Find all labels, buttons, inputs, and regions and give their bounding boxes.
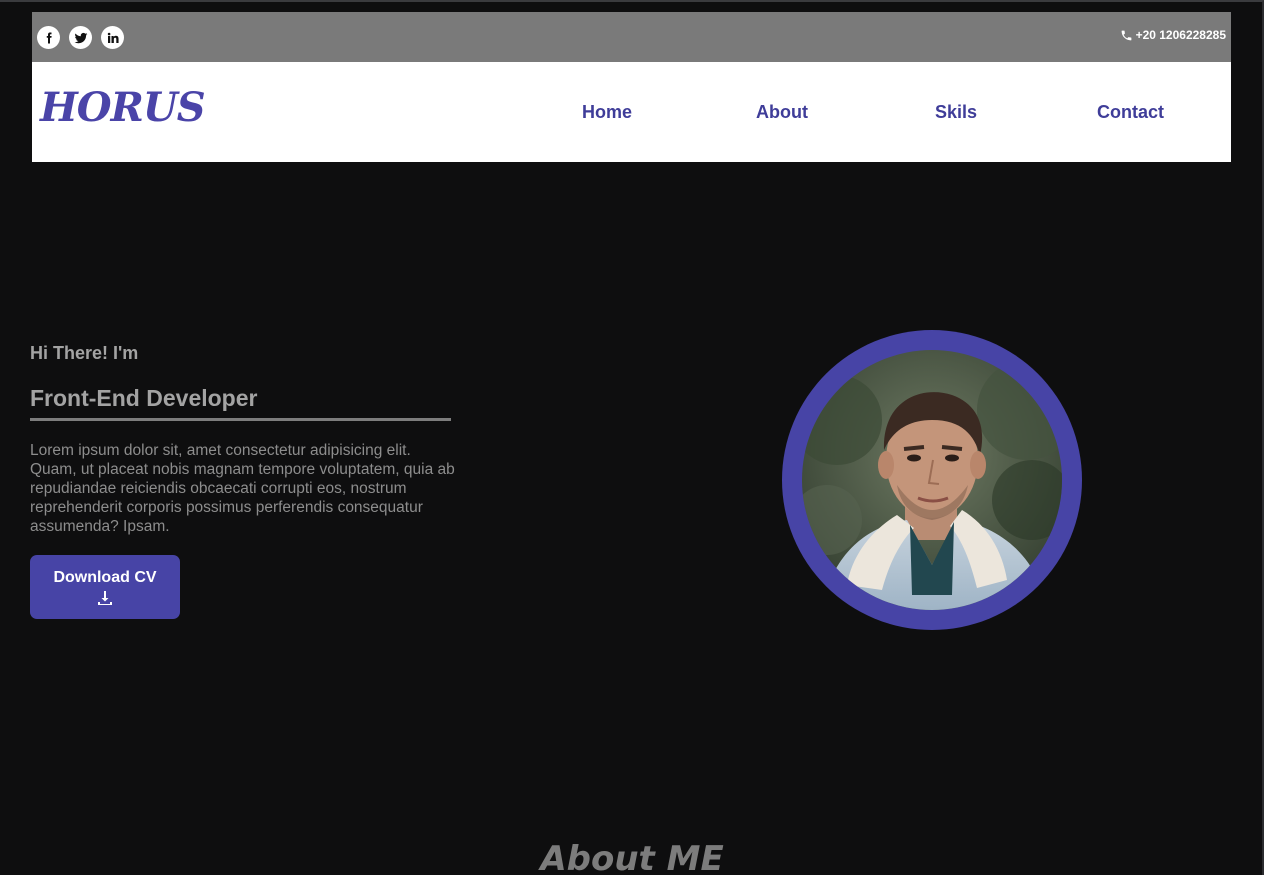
avatar-ring xyxy=(782,330,1082,630)
phone-number[interactable]: +20 1206228285 xyxy=(1120,28,1226,42)
social-links xyxy=(37,26,124,49)
top-bar: +20 1206228285 xyxy=(32,12,1231,62)
avatar xyxy=(802,350,1062,610)
nav-about[interactable]: About xyxy=(756,102,808,123)
facebook-icon[interactable] xyxy=(37,26,60,49)
linkedin-icon[interactable] xyxy=(101,26,124,49)
download-icon xyxy=(98,591,112,605)
download-cv-button[interactable]: Download CV xyxy=(30,555,180,619)
phone-icon xyxy=(1121,30,1131,40)
title-underline xyxy=(30,418,451,421)
hero-title: Front-End Developer xyxy=(30,385,258,411)
hero-greeting: Hi There! I'm xyxy=(30,343,139,363)
about-heading: About ME xyxy=(540,839,724,875)
nav-skills[interactable]: Skils xyxy=(935,102,977,123)
twitter-icon[interactable] xyxy=(69,26,92,49)
hero-description: Lorem ipsum dolor sit, amet consectetur … xyxy=(30,442,455,535)
navbar: HORUS Home About Skils Contact xyxy=(32,62,1231,162)
nav-home[interactable]: Home xyxy=(582,102,632,123)
site-logo[interactable]: HORUS xyxy=(40,84,206,131)
nav-contact[interactable]: Contact xyxy=(1097,102,1164,123)
page: +20 1206228285 HORUS Home About Skils Co… xyxy=(0,0,1264,875)
download-cv-label: Download CV xyxy=(53,569,157,586)
phone-text: +20 1206228285 xyxy=(1135,28,1226,42)
